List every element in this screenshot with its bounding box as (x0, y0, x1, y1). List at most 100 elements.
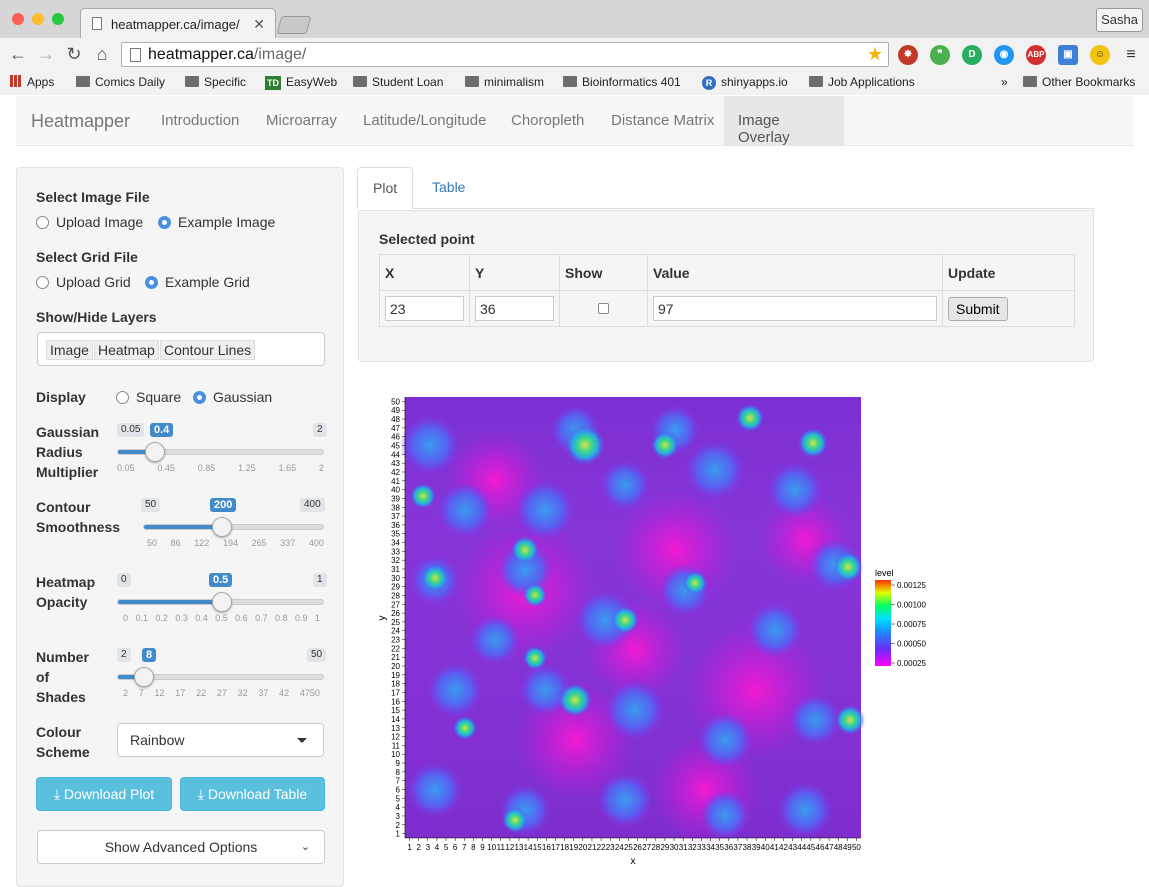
layer-tag-image[interactable]: Image (46, 340, 93, 360)
bookmark-other[interactable]: Other Bookmarks (1023, 75, 1135, 89)
evernote-icon[interactable]: ❞ (930, 45, 950, 65)
y-tick-label: 42 (391, 468, 400, 477)
bookmark-specific[interactable]: Specific (185, 75, 246, 89)
heatmap-high-region (736, 404, 764, 432)
x-tick-label: 14 (524, 843, 533, 852)
address-bar[interactable]: heatmapper.ca/image/ ★ (121, 42, 889, 67)
plot-area[interactable] (400, 397, 865, 845)
extension-circle-icon[interactable]: ◉ (994, 45, 1014, 65)
maximize-window-button[interactable] (52, 13, 64, 25)
download-plot-button[interactable]: ⤓ Download Plot (36, 777, 172, 811)
tab-table[interactable]: Table (417, 167, 480, 209)
nav-choropleth[interactable]: Choropleth (497, 96, 598, 146)
grid-file-label: Select Grid File (36, 249, 138, 265)
heatmap-high-region (421, 564, 449, 592)
extension-face-icon[interactable]: ☺ (1090, 45, 1110, 65)
x-tick-label: 41 (770, 843, 779, 852)
extension-window-icon[interactable]: ▣ (1058, 45, 1078, 65)
heatmap-mid-region (437, 482, 493, 538)
menu-icon[interactable]: ≡ (1121, 45, 1141, 65)
layer-tag-heatmap[interactable]: Heatmap (94, 340, 159, 360)
nav-introduction[interactable]: Introduction (147, 96, 253, 146)
x-input[interactable] (385, 296, 464, 321)
column-header-value: Value (647, 254, 943, 291)
x-tick-label: 35 (715, 843, 724, 852)
adblock-icon[interactable]: ABP (1026, 45, 1046, 65)
square-radio[interactable]: Square (116, 389, 181, 405)
nav-latitude-longitude[interactable]: Latitude/Longitude (349, 96, 500, 146)
bookmark-easyweb[interactable]: TD EasyWeb (265, 75, 337, 90)
show-checkbox[interactable] (598, 302, 609, 314)
slider-track[interactable] (143, 517, 324, 537)
y-input[interactable] (475, 296, 554, 321)
heatmap-mid-region (700, 790, 750, 840)
value-input[interactable] (653, 296, 937, 321)
legend-label: 0.00050 (897, 640, 926, 649)
folder-icon (809, 76, 823, 87)
y-tick-label: 26 (391, 609, 400, 618)
bookmark-comics-daily[interactable]: Comics Daily (76, 75, 165, 89)
example-grid-radio[interactable]: Example Grid (145, 274, 250, 290)
bookmark-bioinformatics-401[interactable]: Bioinformatics 401 (563, 75, 681, 89)
x-tick-label: 6 (453, 843, 458, 852)
forward-arrow-icon[interactable]: → (36, 44, 56, 65)
bookmark-label: Comics Daily (95, 75, 166, 89)
slider-handle[interactable] (211, 592, 232, 612)
legend-label: 0.00125 (897, 581, 926, 590)
bookmark-minimalism[interactable]: minimalism (465, 75, 544, 89)
page-icon (130, 48, 141, 62)
extension-d-icon[interactable]: D (962, 45, 982, 65)
back-arrow-icon[interactable]: ← (8, 44, 28, 65)
x-tick-label: 34 (706, 843, 715, 852)
nav-image-overlay[interactable]: Image Overlay (724, 96, 844, 146)
layer-tag-contour-lines[interactable]: Contour Lines (160, 340, 256, 360)
minimize-window-button[interactable] (32, 13, 44, 25)
nav-microarray[interactable]: Microarray (252, 96, 351, 146)
x-tick-label: 38 (743, 843, 752, 852)
gaussian-radio[interactable]: Gaussian (193, 389, 272, 405)
heatmap-high-region (558, 683, 592, 717)
folder-icon (1023, 76, 1037, 87)
slider-handle[interactable] (211, 517, 232, 537)
app-brand[interactable]: Heatmapper (31, 111, 130, 132)
extension-icon[interactable]: ✸ (898, 45, 918, 65)
slider-min: 50 (141, 498, 161, 512)
download-table-button[interactable]: ⤓ Download Table (180, 777, 325, 811)
tab-plot[interactable]: Plot (357, 167, 414, 209)
bookmark-shinyapps[interactable]: Rshinyapps.io (702, 75, 788, 90)
new-tab-button[interactable] (276, 16, 312, 34)
heatmap-high-region (565, 425, 605, 465)
legend-label: 0.00025 (897, 659, 926, 668)
layers-label: Show/Hide Layers (36, 309, 157, 325)
slider-handle[interactable] (133, 667, 154, 687)
bookmarks-overflow-chevron[interactable]: » (1001, 75, 1008, 89)
colour-scheme-select[interactable]: Rainbow (117, 723, 324, 757)
nav-distance-matrix[interactable]: Distance Matrix (597, 96, 728, 146)
example-image-radio[interactable]: Example Image (158, 214, 275, 230)
reload-icon[interactable]: ↻ (64, 44, 84, 65)
upload-grid-radio[interactable]: Upload Grid (36, 274, 131, 290)
heatmap-high-region (453, 716, 477, 740)
upload-image-radio[interactable]: Upload Image (36, 214, 143, 230)
slider-track[interactable] (117, 667, 324, 687)
legend-colorbar (875, 580, 891, 666)
close-tab-icon[interactable]: ✕ (253, 16, 265, 33)
slider-tick-label: 86 (170, 538, 181, 548)
browser-tab[interactable]: heatmapper.ca/image/ ✕ (80, 8, 276, 38)
profile-button[interactable]: Sasha (1096, 8, 1143, 32)
show-advanced-options-button[interactable]: Show Advanced Options ⌄ (37, 830, 325, 864)
heatmap-plot[interactable]: 1122334455667788991010111112121313141415… (375, 390, 955, 870)
slider-track[interactable] (117, 592, 324, 612)
slider-tick-label: 1.25 (238, 463, 256, 473)
bookmark-star-icon[interactable]: ★ (867, 44, 883, 65)
home-icon[interactable]: ⌂ (92, 44, 112, 65)
slider-track[interactable] (117, 442, 324, 462)
bookmark-job-applications[interactable]: Job Applications (809, 75, 915, 89)
y-tick-label: 39 (391, 494, 400, 503)
close-window-button[interactable] (12, 13, 24, 25)
layers-select[interactable]: Image Heatmap Contour Lines (37, 332, 325, 366)
bookmark-student-loan[interactable]: Student Loan (353, 75, 443, 89)
slider-handle[interactable] (145, 442, 166, 462)
bookmark-apps[interactable]: Apps (10, 75, 54, 89)
submit-button[interactable]: Submit (948, 296, 1008, 321)
